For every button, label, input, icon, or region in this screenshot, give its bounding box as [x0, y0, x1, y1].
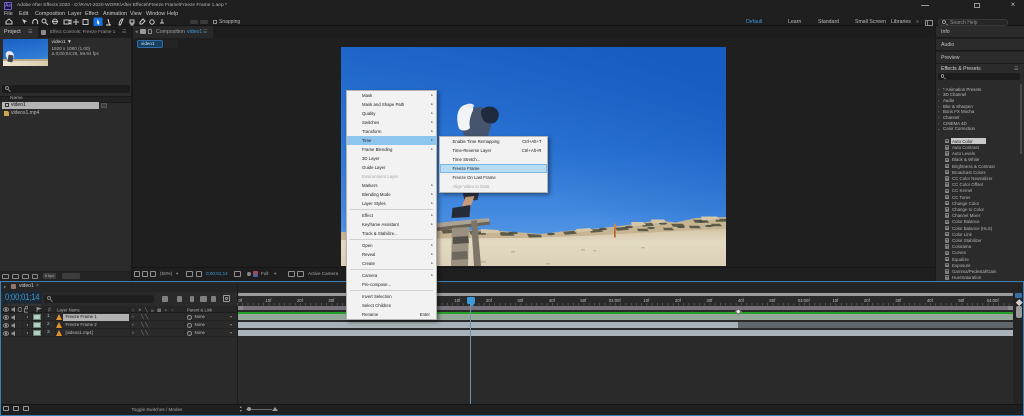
svg-text:Parent & Link: Parent & Link [187, 308, 213, 313]
svg-text:☆: ☆ [131, 308, 136, 313]
svg-text:○: ○ [171, 308, 174, 313]
svg-text:◑: ◑ [164, 308, 167, 313]
svg-text:▦: ▦ [157, 308, 162, 313]
svg-text:fx: fx [151, 308, 155, 313]
svg-text:╲: ╲ [144, 307, 149, 313]
svg-text:#: # [48, 308, 51, 313]
svg-text:Layer Name: Layer Name [57, 308, 80, 313]
svg-text:✦: ✦ [138, 308, 142, 313]
